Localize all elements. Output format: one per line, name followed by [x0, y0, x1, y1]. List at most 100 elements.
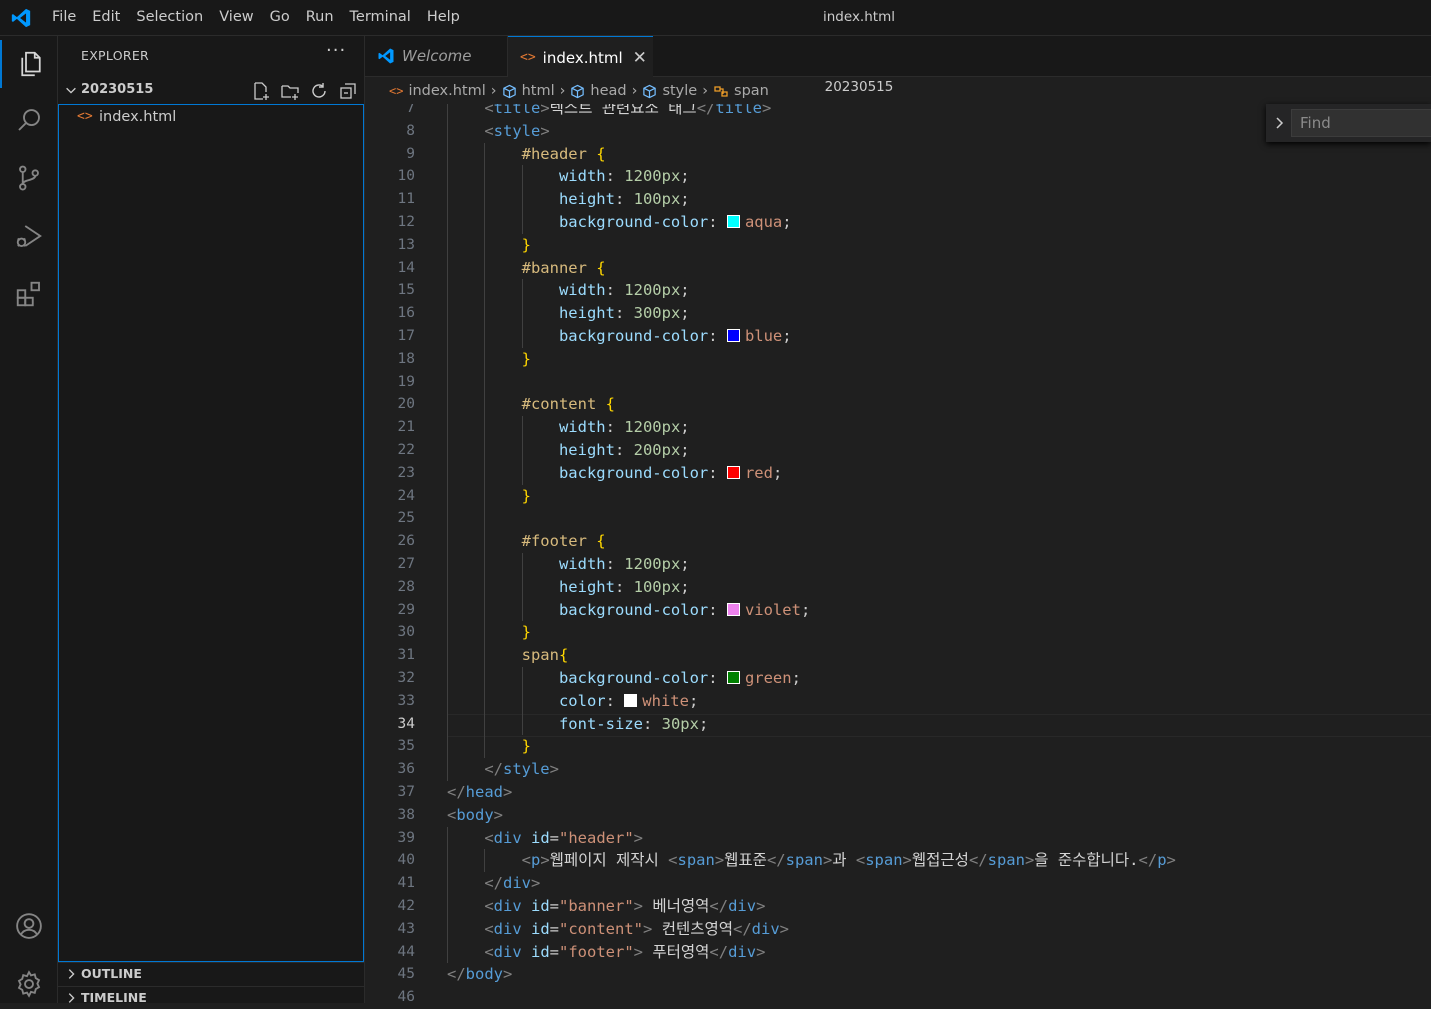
color-swatch[interactable] — [726, 602, 740, 616]
code-line[interactable]: 46 — [365, 986, 1431, 1003]
color-swatch[interactable] — [624, 693, 638, 707]
html-file-icon: <> — [389, 84, 404, 98]
code-line[interactable]: 33 color: white; — [365, 690, 1431, 713]
code-line[interactable]: 20 #content { — [365, 393, 1431, 416]
new-file-icon[interactable] — [251, 81, 271, 101]
code-line[interactable]: 21 width: 1200px; — [365, 416, 1431, 439]
code-line[interactable]: 36 </style> — [365, 758, 1431, 781]
code-text: } — [521, 623, 531, 642]
code-line[interactable]: 22 height: 200px; — [365, 439, 1431, 462]
chevron-right-icon[interactable] — [1272, 113, 1288, 133]
code-text: width: 1200px; — [558, 167, 690, 186]
menu-edit[interactable]: Edit — [84, 0, 128, 35]
code-line[interactable]: 24} — [365, 485, 1431, 508]
code-text: } — [521, 486, 531, 505]
line-number: 7 — [406, 104, 415, 116]
find-placeholder: Find — [1300, 114, 1331, 132]
code-line[interactable]: 10 width: 1200px; — [365, 165, 1431, 188]
collapse-all-icon[interactable] — [338, 81, 358, 101]
code-line[interactable]: 11 height: 100px; — [365, 188, 1431, 211]
source-control-icon[interactable] — [0, 154, 57, 202]
menu-selection[interactable]: Selection — [128, 0, 211, 35]
color-swatch[interactable] — [726, 215, 740, 228]
indent-guide — [484, 142, 486, 759]
menu-terminal[interactable]: Terminal — [342, 0, 419, 35]
code-line[interactable]: 28 height: 100px; — [365, 576, 1431, 599]
menu-go[interactable]: Go — [262, 0, 298, 35]
code-line[interactable]: 16 height: 300px; — [365, 302, 1431, 325]
code-line[interactable]: 29 background-color: violet; — [365, 599, 1431, 622]
code-line[interactable]: 17 background-color: blue; — [365, 325, 1431, 348]
menu-help[interactable]: Help — [419, 0, 468, 35]
code-line[interactable]: 34 font-size: 30px; — [365, 713, 1431, 736]
code-line[interactable]: 27 width: 1200px; — [365, 553, 1431, 576]
explorer-icon[interactable] — [0, 40, 59, 88]
tab-index-html[interactable]: <> index.html ✕ — [508, 36, 653, 78]
code-line[interactable]: 45 </body> — [365, 963, 1431, 986]
search-icon[interactable] — [0, 96, 57, 144]
code-line[interactable]: 12 background-color: aqua; — [365, 211, 1431, 234]
breadcrumb-head[interactable]: head — [570, 83, 627, 99]
menu-file[interactable]: File — [44, 0, 84, 35]
indent-guide — [447, 104, 448, 781]
explorer-sidebar: EXPLORER ··· 20230515 <> index.html OUTL… — [58, 36, 365, 1005]
find-input[interactable]: Find — [1291, 109, 1431, 137]
code-line[interactable]: 40 <p>웹페이지 제작시 <span>웹표준</span>과 <span>웹접… — [365, 849, 1431, 872]
breadcrumb-style[interactable]: style — [642, 83, 697, 99]
new-folder-icon[interactable] — [280, 81, 300, 101]
code-line[interactable]: 18} — [365, 348, 1431, 371]
outline-section[interactable]: OUTLINE — [58, 962, 364, 985]
code-line[interactable]: 25 — [365, 507, 1431, 530]
code-text: } — [521, 235, 531, 254]
code-text: <div id="content"> 컨텐츠영역</div> — [484, 919, 790, 938]
menu-view[interactable]: View — [211, 0, 261, 35]
color-swatch[interactable] — [726, 329, 740, 342]
account-icon[interactable] — [0, 902, 57, 950]
symbol-element-icon — [643, 84, 657, 98]
code-line[interactable]: 26 #footer { — [365, 530, 1431, 553]
code-line[interactable]: 35} — [365, 735, 1431, 758]
line-number: 12 — [397, 214, 415, 230]
line-number: 36 — [397, 761, 415, 778]
code-editor[interactable]: 7 <title>텍스트 관련요소 태그</title> 8 <style> 9 #hea… — [365, 104, 1431, 1003]
menu-run[interactable]: Run — [298, 0, 342, 35]
code-line[interactable]: 38 <body> — [365, 804, 1431, 827]
code-line[interactable]: 15 width: 1200px; — [365, 279, 1431, 302]
refresh-icon[interactable] — [309, 81, 329, 101]
color-swatch[interactable] — [726, 465, 740, 479]
code-line[interactable]: 41 </div> — [365, 872, 1431, 895]
chevron-right-icon — [68, 969, 75, 979]
code-line[interactable]: 9 #header { — [365, 143, 1431, 166]
settings-gear-icon[interactable] — [0, 960, 57, 1008]
file-item-index-html[interactable]: <> index.html — [59, 107, 363, 129]
breadcrumb-html[interactable]: html — [502, 83, 555, 99]
line-number: 46 — [397, 989, 415, 1003]
close-icon[interactable]: ✕ — [633, 48, 647, 68]
code-line[interactable]: 19 — [365, 371, 1431, 394]
extensions-icon[interactable] — [0, 270, 57, 318]
symbol-class-icon — [714, 86, 728, 97]
tab-welcome[interactable]: Welcome — [365, 36, 508, 76]
timeline-section[interactable]: TIMELINE — [58, 986, 364, 1009]
line-number: 37 — [397, 784, 415, 800]
more-actions-icon[interactable]: ··· — [326, 40, 346, 61]
run-debug-icon[interactable] — [0, 212, 57, 260]
breadcrumb-file[interactable]: <> index.html — [389, 83, 486, 99]
code-line[interactable]: 42 <div id="banner"> 베너영역</div> — [365, 895, 1431, 918]
code-line[interactable]: 32 background-color: green; — [365, 667, 1431, 690]
vscode-logo-icon — [11, 8, 31, 28]
line-number: 44 — [397, 943, 415, 960]
code-line[interactable]: 31 span{ — [365, 644, 1431, 667]
code-line[interactable]: 43 <div id="content"> 컨텐츠영역</div> — [365, 918, 1431, 941]
code-line[interactable]: 39 <div id="header"> — [365, 827, 1431, 850]
color-swatch[interactable] — [726, 671, 740, 684]
code-line[interactable]: 23 background-color: red; — [365, 462, 1431, 485]
breadcrumb-span[interactable]: span — [713, 83, 769, 99]
code-line[interactable]: 13} — [365, 234, 1431, 257]
code-line[interactable]: 44 <div id="footer"> 푸터영역</div> — [365, 941, 1431, 964]
code-line[interactable]: 37 </head> — [365, 781, 1431, 804]
line-number: 28 — [397, 578, 415, 595]
code-line[interactable]: 30} — [365, 621, 1431, 644]
code-line[interactable]: 14 #banner { — [365, 257, 1431, 280]
folder-header[interactable]: 20230515 — [58, 79, 364, 103]
